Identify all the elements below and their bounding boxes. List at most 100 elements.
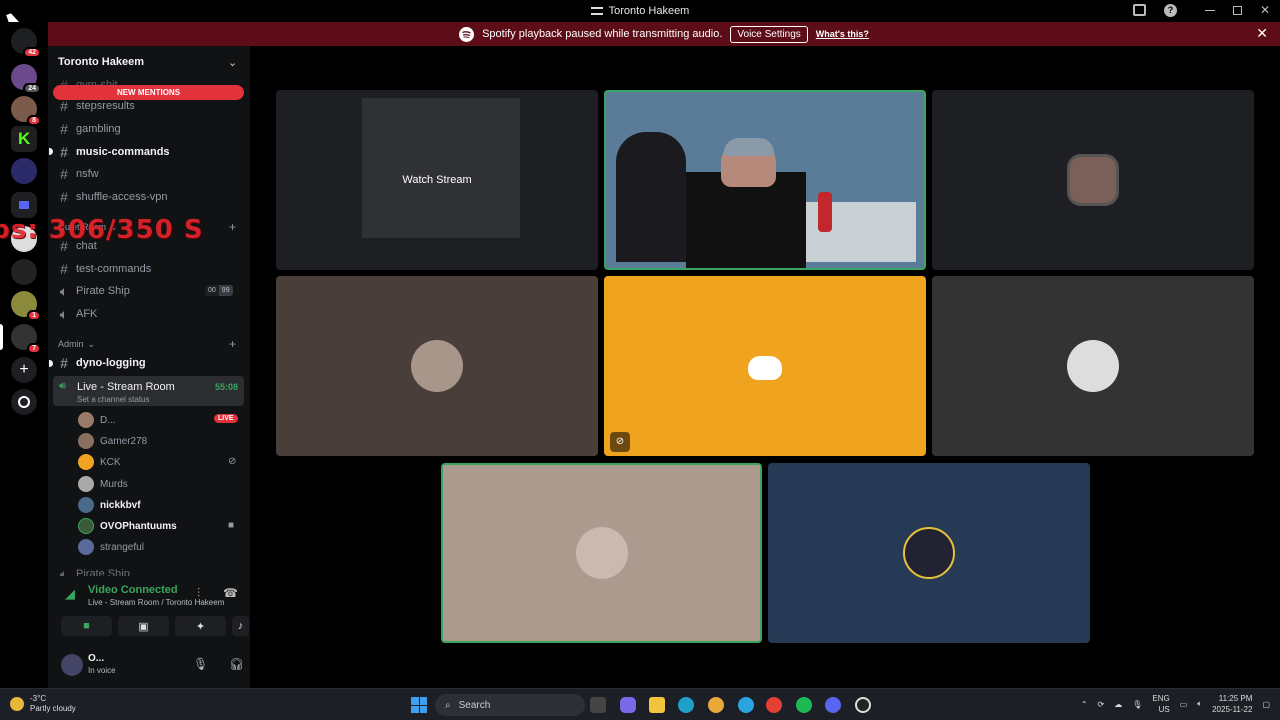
participant-tile[interactable] <box>932 276 1254 456</box>
avatar <box>78 497 94 513</box>
edge-icon[interactable] <box>678 697 694 713</box>
activities-button[interactable]: ✦ <box>175 616 226 636</box>
close-window-icon[interactable]: ✕ <box>1260 3 1270 17</box>
voice-user[interactable]: D... <box>78 410 116 430</box>
weather-icon <box>10 697 24 711</box>
chevron-down-icon[interactable]: ⌄ <box>228 56 237 69</box>
username: O... <box>88 653 105 664</box>
start-button[interactable] <box>411 697 427 713</box>
minimize-icon[interactable] <box>1204 9 1215 11</box>
headphones-icon[interactable]: 🎧︎ <box>229 657 244 671</box>
webcam-tile[interactable] <box>604 90 926 270</box>
maximize-icon[interactable] <box>1232 5 1242 15</box>
participant-tile[interactable] <box>441 463 762 643</box>
banner-close-icon[interactable]: ✕ <box>1256 25 1268 42</box>
telegram-icon[interactable] <box>738 697 754 713</box>
stream-tile[interactable]: Watch Stream <box>276 90 598 270</box>
channel-name: stepsresults <box>76 100 135 112</box>
copilot-icon[interactable] <box>620 697 636 713</box>
channel-item[interactable]: # shuffle-access-vpn <box>58 188 168 206</box>
server-icon[interactable]: 1 <box>11 291 41 321</box>
avatar <box>78 518 94 534</box>
signal-icon[interactable]: ◢ <box>65 586 75 602</box>
channel-name: AFK <box>76 308 98 320</box>
window-titlebar: Toronto Hakeem ? ✕ <box>0 0 1280 22</box>
screen-share-button[interactable]: ▣ <box>118 616 169 636</box>
voice-user[interactable]: Murds <box>78 474 128 494</box>
weather-widget[interactable]: -3°C Partly cloudy <box>10 694 76 714</box>
selected-server-indicator <box>0 324 3 350</box>
channel-status[interactable]: Set a channel status <box>77 395 150 404</box>
stream-preview <box>362 98 520 238</box>
voice-channel-live-stream-room[interactable]: 🔊︎ Live - Stream Room 55:08 Set a channe… <box>53 376 244 406</box>
participant-tile[interactable] <box>768 463 1090 643</box>
volume-icon[interactable]: 🔈︎ <box>1197 699 1202 709</box>
watch-stream-button[interactable]: Watch Stream <box>276 174 598 186</box>
clock[interactable]: 11:25 PM 2025-11-22 <box>1212 693 1252 715</box>
channel-name: nsfw <box>76 168 99 180</box>
channel-item[interactable]: # test-commands <box>58 260 151 278</box>
channel-item[interactable]: # dyno-logging <box>58 354 146 372</box>
cloud-off-icon[interactable]: ☁ <box>1114 700 1122 709</box>
voice-channel-item[interactable]: 🔈︎ AFK <box>58 305 98 323</box>
connection-location[interactable]: Live - Stream Room / Toronto Hakeem <box>88 598 224 607</box>
chrome-icon[interactable] <box>766 697 782 713</box>
voice-user[interactable]: nickkbvf <box>78 495 141 515</box>
help-icon[interactable]: ? <box>1163 3 1177 17</box>
avatar[interactable] <box>61 654 83 676</box>
discord-icon[interactable] <box>825 697 841 713</box>
windows-taskbar: -3°C Partly cloudy ⌕ Search ⌃ ⟳ ☁ 🎙︎ ENG U… <box>0 688 1280 720</box>
taskbar-search[interactable]: ⌕ Search <box>435 694 585 716</box>
voice-channel-item[interactable]: 🔈︎ Pirate Ship <box>58 282 130 300</box>
server-icon[interactable]: 24 <box>11 64 41 94</box>
soundboard-button[interactable]: ♪ <box>232 616 249 636</box>
notifications-icon[interactable]: ▢ <box>1262 700 1270 709</box>
noise-suppression-icon[interactable]: ⫶ <box>197 586 200 601</box>
muted-mic-icon: ⊘ <box>228 456 237 467</box>
server-icon[interactable]: 7 <box>11 324 41 354</box>
voice-user[interactable]: OVOPhantuums <box>78 516 177 536</box>
server-icon[interactable] <box>11 158 37 184</box>
participant-tile[interactable] <box>932 90 1254 270</box>
channel-name: shuffle-access-vpn <box>76 191 168 203</box>
sync-icon[interactable]: ⟳ <box>1098 700 1105 709</box>
spotify-icon[interactable] <box>796 697 812 713</box>
unread-indicator <box>49 360 53 367</box>
language-indicator[interactable]: ENG US <box>1152 693 1169 715</box>
microphone-icon[interactable]: 🎙︎ <box>1132 700 1142 709</box>
channel-item[interactable]: # stepsresults <box>58 97 135 115</box>
voice-settings-button[interactable]: Voice Settings <box>730 25 808 43</box>
chevron-up-icon[interactable]: ⌃ <box>1081 700 1088 709</box>
file-explorer-icon[interactable] <box>649 697 665 713</box>
voice-user[interactable]: KCK <box>78 452 121 472</box>
server-icon[interactable]: 8 <box>11 96 41 126</box>
task-view-icon[interactable] <box>590 697 606 713</box>
channel-item[interactable]: # nsfw <box>58 165 99 183</box>
obs-icon[interactable] <box>855 697 871 713</box>
server-icon[interactable]: K <box>11 126 37 152</box>
participant-tile[interactable]: ⊘ <box>604 276 926 456</box>
discover-icon[interactable] <box>11 389 37 415</box>
inbox-icon[interactable] <box>1132 4 1146 16</box>
add-server-icon[interactable]: + <box>11 357 37 383</box>
network-icon[interactable]: ▭ <box>1180 700 1188 709</box>
category-admin[interactable]: Admin ⌄ <box>58 339 95 350</box>
participant-tile[interactable] <box>276 276 598 456</box>
guild-name[interactable]: Toronto Hakeem <box>58 56 144 68</box>
voice-user[interactable]: strangeful <box>78 537 144 557</box>
channel-item[interactable]: # gambling <box>58 120 121 138</box>
app-icon[interactable] <box>708 697 724 713</box>
webcam-feed <box>724 138 774 156</box>
microphone-icon[interactable]: 🎙︎ <box>193 657 208 671</box>
add-channel-icon[interactable]: + <box>229 220 236 234</box>
camera-button[interactable]: ■ <box>61 616 112 636</box>
disconnect-icon[interactable]: ☎ <box>223 586 238 600</box>
hash-icon: # <box>60 189 68 205</box>
home-discord-icon[interactable]: 42 <box>11 28 41 58</box>
whats-this-link[interactable]: What's this? <box>816 29 869 39</box>
add-channel-icon[interactable]: + <box>229 337 236 351</box>
channel-item[interactable]: # music-commands <box>58 143 169 161</box>
video-grid: Watch Stream ⊘ <box>250 46 1280 688</box>
server-icon[interactable] <box>11 259 37 285</box>
voice-user[interactable]: Gamer278 <box>78 431 147 451</box>
